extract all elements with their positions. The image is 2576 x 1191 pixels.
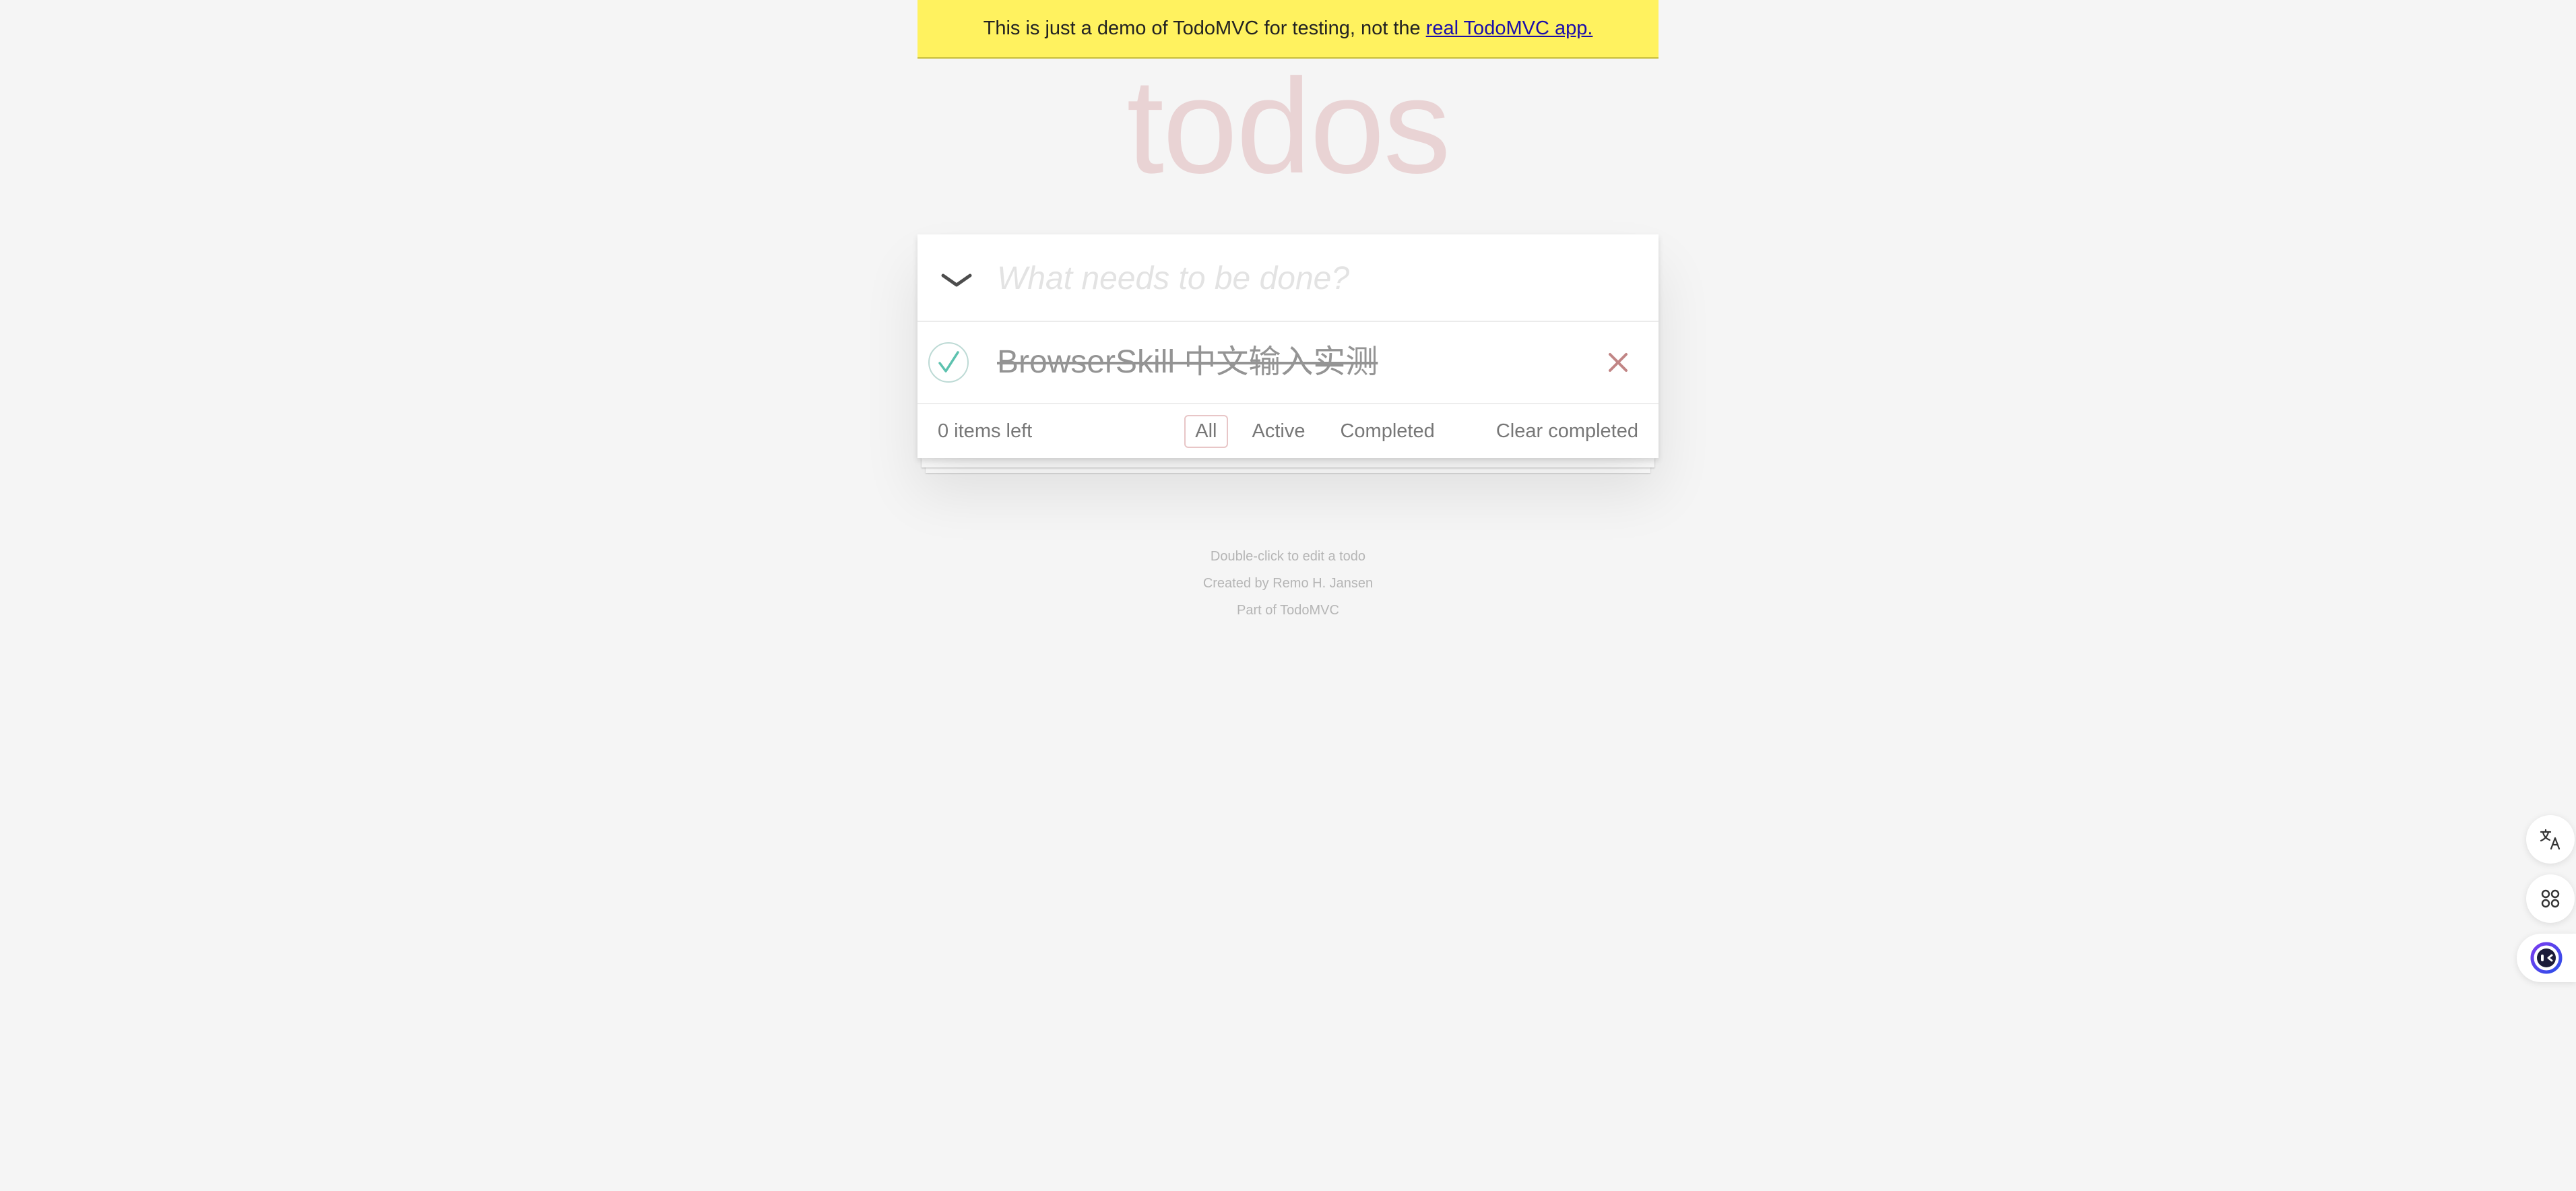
apps-icon (2541, 889, 2560, 908)
translate-widget-button[interactable] (2526, 815, 2575, 864)
delete-todo-button[interactable] (1602, 346, 1634, 379)
filter-all[interactable]: All (1184, 414, 1228, 448)
info-footer: Double-click to edit a todo Created by R… (917, 543, 1659, 624)
todo-app: BrowserSkill 中文输入实测 0 items left All Act… (917, 234, 1659, 458)
stack-paper-1 (922, 458, 1654, 468)
info-edit-hint: Double-click to edit a todo (1210, 549, 1366, 564)
new-todo-input[interactable] (997, 248, 1630, 309)
banner-text: This is just a demo of TodoMVC for testi… (983, 18, 1421, 39)
todo-label[interactable]: BrowserSkill 中文输入实测 (997, 322, 1378, 403)
todo-complete-toggle[interactable] (927, 341, 970, 384)
filter-completed[interactable]: Completed (1329, 415, 1445, 448)
toggle-all-button[interactable] (932, 253, 981, 307)
todo-footer: 0 items left All Active Completed Clear … (917, 404, 1659, 458)
apps-widget-button[interactable] (2526, 874, 2575, 923)
filter-active[interactable]: Active (1242, 415, 1316, 448)
chevron-down-icon (941, 273, 972, 287)
info-credit: Created by Remo H. Jansen (1202, 576, 1374, 591)
translate-icon (2540, 829, 2561, 850)
info-part-of: Part of TodoMVC (1237, 603, 1339, 618)
close-icon (1609, 353, 1628, 372)
demo-banner: This is just a demo of TodoMVC for testi… (917, 0, 1659, 59)
page-title: todos (1126, 51, 1450, 201)
todo-item[interactable]: BrowserSkill 中文输入实测 (917, 322, 1659, 404)
check-circle-icon (928, 342, 969, 383)
assistant-widget-button[interactable] (2517, 934, 2576, 982)
real-todomvc-link[interactable]: real TodoMVC app. (1426, 18, 1593, 40)
assistant-icon (2530, 942, 2563, 974)
todo-header (917, 234, 1659, 322)
clear-completed-button[interactable]: Clear completed (1496, 404, 1638, 458)
items-left-count: 0 items left (938, 420, 1033, 442)
